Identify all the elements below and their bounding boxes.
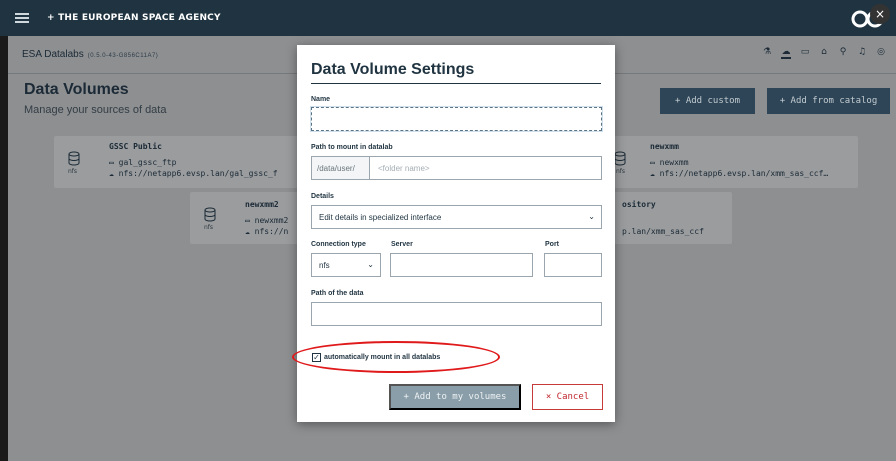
app-version: (0.5.0-43-G856C11A7): [87, 53, 159, 59]
volume-type: nfs: [616, 168, 626, 175]
search-icon[interactable]: ⚲: [838, 47, 848, 57]
add-from-catalog-button[interactable]: + Add from catalog: [767, 88, 890, 114]
add-custom-button[interactable]: + Add custom: [660, 88, 755, 114]
volume-title: newxmm: [650, 142, 679, 151]
server-input[interactable]: [390, 253, 533, 277]
volume-type: nfs: [68, 168, 78, 175]
page-title: Data Volumes: [24, 81, 129, 98]
database-icon: [68, 151, 80, 166]
volume-title: ository: [622, 200, 656, 209]
port-input[interactable]: [544, 253, 602, 277]
connection-type-label: Connection type: [311, 241, 366, 248]
folder-icon[interactable]: ▭: [800, 47, 810, 57]
server-label: Server: [391, 241, 413, 248]
dialog-divider: [311, 83, 601, 84]
add-to-my-volumes-button[interactable]: + Add to my volumes: [389, 384, 521, 410]
cancel-button[interactable]: × Cancel: [532, 384, 603, 410]
folder-name-input[interactable]: <folder name>: [370, 156, 602, 180]
volume-title: GSSC Public: [109, 142, 162, 151]
path-prefix: /data/user/: [311, 156, 370, 180]
database-icon: [614, 151, 626, 166]
bank-icon[interactable]: ⌂: [819, 47, 829, 57]
close-icon[interactable]: ×: [870, 4, 890, 24]
volume-url: ☁ nfs://netapp6.evsp.lan/xmm_sas_ccf…: [650, 169, 829, 178]
volume-folder: ▭ newxmm: [650, 158, 689, 167]
chevron-down-icon: ⌄: [588, 212, 595, 221]
highlight-ellipse: [292, 341, 500, 373]
volume-folder: ▭ newxmm2: [245, 216, 289, 225]
cloud-icon[interactable]: ☁: [781, 47, 791, 59]
volume-url: ☁ nfs://netapp6.evsp.lan/gal_gssc_f: [109, 169, 278, 178]
data-path-input[interactable]: [311, 302, 602, 326]
connection-type-value: nfs: [319, 260, 330, 270]
path-label: Path to mount in datalab: [311, 144, 393, 151]
user-icon[interactable]: ◎: [876, 47, 886, 57]
database-icon: [204, 207, 216, 222]
bell-icon[interactable]: ♫: [857, 47, 867, 57]
page-subtitle: Manage your sources of data: [24, 104, 167, 116]
volume-title: newxmm2: [245, 200, 279, 209]
connection-type-select[interactable]: nfs ⌄: [311, 253, 381, 277]
volume-card[interactable]: nfs GSSC Public ▭ gal_gssc_ftp ☁ nfs://n…: [54, 136, 300, 188]
dialog-title: Data Volume Settings: [311, 61, 475, 78]
chevron-down-icon: ⌄: [367, 260, 374, 269]
top-bar: + THE EUROPEAN SPACE AGENCY ×: [0, 0, 896, 36]
app-toolbar: ⚗ ☁ ▭ ⌂ ⚲ ♫ ◎: [762, 47, 886, 59]
name-input[interactable]: [311, 107, 602, 131]
flask-icon[interactable]: ⚗: [762, 47, 772, 57]
app-name: ESA Datalabs: [22, 49, 84, 60]
volume-card[interactable]: ository p.lan/xmm_sas_ccf: [606, 192, 732, 244]
details-select[interactable]: Edit details in specialized interface ⌄: [311, 205, 602, 229]
name-label: Name: [311, 96, 331, 103]
details-label: Details: [311, 193, 334, 200]
details-value: Edit details in specialized interface: [319, 212, 442, 222]
volume-type: nfs: [204, 224, 214, 231]
port-label: Port: [545, 241, 559, 248]
volume-url: ☁ nfs://n: [245, 227, 289, 236]
volume-card[interactable]: nfs newxmm2 ▭ newxmm2 ☁ nfs://n: [190, 192, 300, 244]
brand-label[interactable]: + THE EUROPEAN SPACE AGENCY: [47, 13, 221, 23]
data-path-label: Path of the data: [311, 290, 364, 297]
menu-icon[interactable]: [15, 13, 29, 23]
volume-url: p.lan/xmm_sas_ccf: [622, 227, 704, 236]
volume-folder: ▭ gal_gssc_ftp: [109, 158, 177, 167]
app-title: ESA Datalabs (0.5.0-43-G856C11A7): [22, 49, 158, 60]
volume-card[interactable]: nfs newxmm ▭ newxmm ☁ nfs://netapp6.evsp…: [606, 136, 858, 188]
